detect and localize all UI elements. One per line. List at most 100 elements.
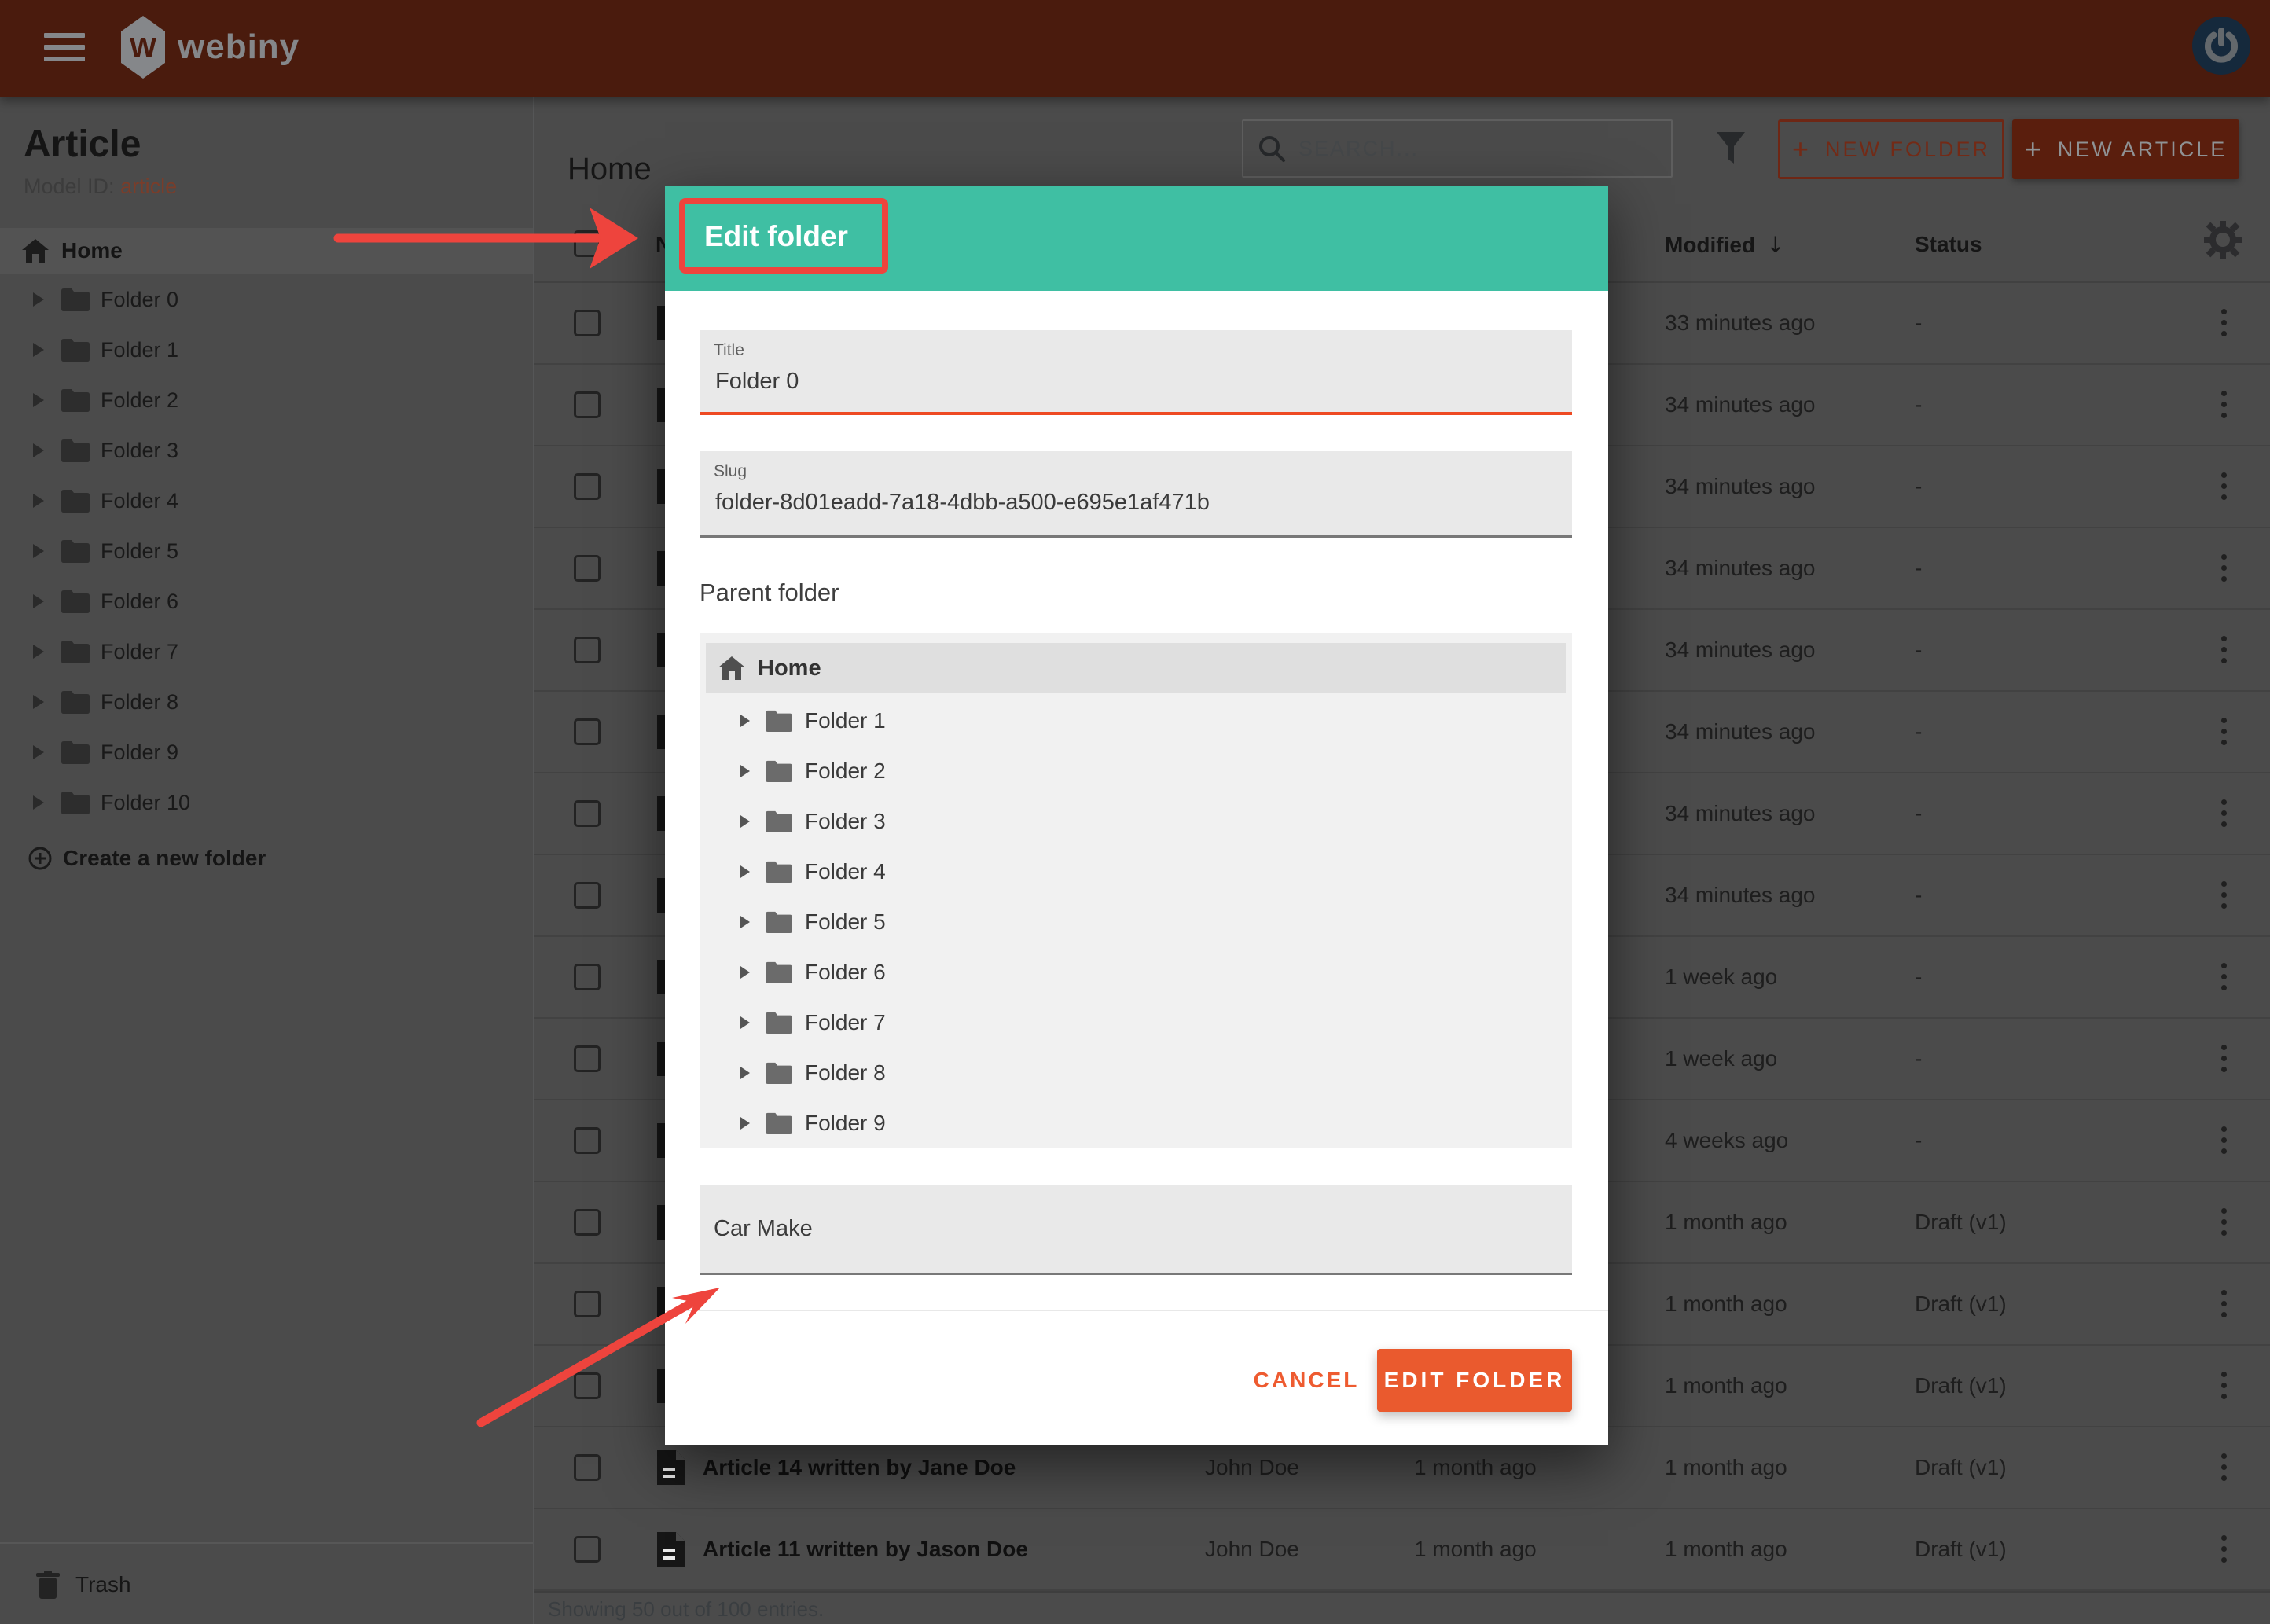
- row-modified: 34 minutes ago: [1665, 855, 1815, 935]
- folder-icon: [766, 1112, 792, 1134]
- row-checkbox[interactable]: [574, 1372, 601, 1399]
- row-actions-kebab-icon[interactable]: [2221, 1290, 2227, 1323]
- chevron-right-icon[interactable]: [740, 1016, 750, 1029]
- new-folder-button[interactable]: + NEW FOLDER: [1778, 119, 2004, 179]
- row-actions-kebab-icon[interactable]: [2221, 309, 2227, 342]
- row-actions-kebab-icon[interactable]: [2221, 636, 2227, 669]
- tree-folder-item[interactable]: Folder 2: [700, 746, 1572, 796]
- chevron-right-icon[interactable]: [33, 745, 44, 759]
- sidebar-folder-item[interactable]: Folder 4: [0, 476, 533, 526]
- sidebar-item-trash[interactable]: Trash: [0, 1542, 533, 1624]
- row-checkbox[interactable]: [574, 555, 601, 582]
- row-checkbox[interactable]: [574, 964, 601, 990]
- row-checkbox[interactable]: [574, 1045, 601, 1072]
- webiny-hexagon-icon: W: [121, 16, 165, 79]
- row-actions-kebab-icon[interactable]: [2221, 554, 2227, 587]
- row-checkbox[interactable]: [574, 310, 601, 336]
- chevron-right-icon[interactable]: [740, 916, 750, 928]
- sidebar-folder-item[interactable]: Folder 3: [0, 425, 533, 476]
- sidebar-folder-item[interactable]: Folder 10: [0, 777, 533, 828]
- row-actions-kebab-icon[interactable]: [2221, 1372, 2227, 1405]
- tree-folder-item[interactable]: Folder 8: [700, 1048, 1572, 1098]
- chevron-right-icon[interactable]: [33, 795, 44, 810]
- row-checkbox[interactable]: [574, 1291, 601, 1317]
- table-settings-gear-icon[interactable]: [2204, 221, 2242, 259]
- create-folder-label: Create a new folder: [63, 846, 266, 871]
- select-all-checkbox[interactable]: [574, 230, 601, 257]
- tree-folder-item[interactable]: Folder 9: [700, 1098, 1572, 1148]
- row-checkbox[interactable]: [574, 1209, 601, 1236]
- hamburger-menu-icon[interactable]: [44, 33, 85, 64]
- slug-input[interactable]: [714, 489, 1550, 516]
- row-checkbox[interactable]: [574, 391, 601, 418]
- tree-folder-item[interactable]: Folder 6: [700, 947, 1572, 998]
- row-checkbox[interactable]: [574, 473, 601, 500]
- row-actions-kebab-icon[interactable]: [2221, 1535, 2227, 1568]
- search-input[interactable]: [1297, 136, 1630, 162]
- chevron-right-icon[interactable]: [33, 695, 44, 709]
- sidebar-folder-item[interactable]: Folder 2: [0, 375, 533, 425]
- table-row[interactable]: Article 11 written by Jason Doe John Doe…: [534, 1509, 2270, 1591]
- tree-item-home-selected[interactable]: Home: [706, 643, 1566, 693]
- sidebar-folder-item[interactable]: Folder 9: [0, 727, 533, 777]
- row-actions-kebab-icon[interactable]: [2221, 391, 2227, 424]
- row-actions-kebab-icon[interactable]: [2221, 472, 2227, 505]
- create-new-folder-button[interactable]: Create a new folder: [0, 833, 533, 884]
- tree-folder-item[interactable]: Folder 4: [700, 847, 1572, 897]
- cancel-button[interactable]: CANCEL: [1251, 1349, 1361, 1412]
- sidebar-folder-item[interactable]: Folder 0: [0, 274, 533, 325]
- chevron-right-icon[interactable]: [740, 765, 750, 777]
- row-checkbox[interactable]: [574, 1536, 601, 1563]
- sidebar-folder-item[interactable]: Folder 8: [0, 677, 533, 727]
- car-make-label: Car Make: [714, 1216, 813, 1242]
- row-actions-kebab-icon[interactable]: [2221, 1045, 2227, 1078]
- tree-folder-item[interactable]: Folder 5: [700, 897, 1572, 947]
- chevron-right-icon[interactable]: [33, 393, 44, 407]
- tree-folder-item[interactable]: Folder 3: [700, 796, 1572, 847]
- chevron-right-icon[interactable]: [740, 966, 750, 979]
- car-make-field[interactable]: Car Make: [700, 1185, 1572, 1275]
- search-box[interactable]: [1242, 119, 1673, 178]
- tree-folder-item[interactable]: Folder 1: [700, 696, 1572, 746]
- chevron-right-icon[interactable]: [740, 1067, 750, 1079]
- chevron-right-icon[interactable]: [33, 594, 44, 608]
- chevron-right-icon[interactable]: [740, 865, 750, 878]
- chevron-right-icon[interactable]: [33, 544, 44, 558]
- sidebar-folder-item[interactable]: Folder 6: [0, 576, 533, 626]
- row-actions-kebab-icon[interactable]: [2221, 1126, 2227, 1159]
- row-checkbox[interactable]: [574, 718, 601, 745]
- row-actions-kebab-icon[interactable]: [2221, 799, 2227, 832]
- sidebar-item-home[interactable]: Home: [0, 228, 533, 274]
- new-article-button[interactable]: + NEW ARTICLE: [2012, 119, 2239, 179]
- tree-folder-item[interactable]: Folder 7: [700, 998, 1572, 1048]
- chevron-right-icon[interactable]: [740, 815, 750, 828]
- row-checkbox[interactable]: [574, 1127, 601, 1154]
- row-actions-kebab-icon[interactable]: [2221, 1208, 2227, 1241]
- chevron-right-icon[interactable]: [33, 443, 44, 457]
- sidebar-folder-item[interactable]: Folder 7: [0, 626, 533, 677]
- column-header-modified[interactable]: Modified↓: [1665, 232, 1785, 258]
- sidebar-folder-item[interactable]: Folder 1: [0, 325, 533, 375]
- row-checkbox[interactable]: [574, 800, 601, 827]
- row-actions-kebab-icon[interactable]: [2221, 718, 2227, 751]
- sign-out-button[interactable]: [2192, 17, 2250, 75]
- row-name-cell[interactable]: Article 11 written by Jason Doe: [657, 1509, 1028, 1589]
- chevron-right-icon[interactable]: [33, 292, 44, 307]
- filter-icon[interactable]: [1715, 132, 1747, 165]
- row-actions-kebab-icon[interactable]: [2221, 963, 2227, 996]
- folder-icon: [61, 489, 90, 513]
- chevron-right-icon[interactable]: [740, 1117, 750, 1130]
- sidebar-folder-item[interactable]: Folder 5: [0, 526, 533, 576]
- sidebar-folder-label: Folder 1: [101, 338, 178, 362]
- row-checkbox[interactable]: [574, 882, 601, 909]
- chevron-right-icon[interactable]: [33, 645, 44, 659]
- row-checkbox[interactable]: [574, 637, 601, 663]
- chevron-right-icon[interactable]: [33, 343, 44, 357]
- row-actions-kebab-icon[interactable]: [2221, 1453, 2227, 1486]
- title-input[interactable]: [714, 368, 1550, 395]
- chevron-right-icon[interactable]: [740, 715, 750, 727]
- row-actions-kebab-icon[interactable]: [2221, 881, 2227, 914]
- row-checkbox[interactable]: [574, 1454, 601, 1481]
- chevron-right-icon[interactable]: [33, 494, 44, 508]
- edit-folder-submit-button[interactable]: EDIT FOLDER: [1377, 1349, 1572, 1412]
